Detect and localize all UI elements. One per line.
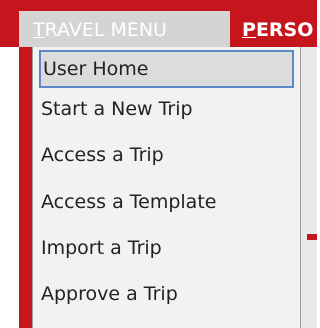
personal-menu-label: ERSO xyxy=(255,19,314,41)
right-page-edge xyxy=(301,47,317,328)
travel-menu-label: RAVEL MENU xyxy=(44,19,167,41)
top-menubar: TRAVEL MENU PERSO xyxy=(0,0,317,47)
menu-item-user-home[interactable]: User Home xyxy=(39,50,294,88)
menu-item-import-trip[interactable]: Import a Trip xyxy=(41,229,162,267)
left-red-rail xyxy=(19,47,32,328)
menu-item-approve-trip[interactable]: Approve a Trip xyxy=(41,275,178,313)
travel-menu-accesskey: T xyxy=(33,19,45,41)
personal-menu-accesskey: P xyxy=(242,19,256,41)
travel-menu-dropdown: User Home Start a New Trip Access a Trip… xyxy=(32,47,301,328)
personal-menu-button[interactable]: PERSO xyxy=(242,11,313,47)
red-edge-mark xyxy=(307,234,317,240)
menu-item-access-trip[interactable]: Access a Trip xyxy=(41,136,164,174)
menu-item-access-template[interactable]: Access a Template xyxy=(41,183,216,221)
travel-menu-button[interactable]: TRAVEL MENU xyxy=(19,11,230,47)
app-root: TRAVEL MENU PERSO User Home Start a New … xyxy=(0,0,317,328)
menu-item-start-new-trip[interactable]: Start a New Trip xyxy=(41,90,193,128)
